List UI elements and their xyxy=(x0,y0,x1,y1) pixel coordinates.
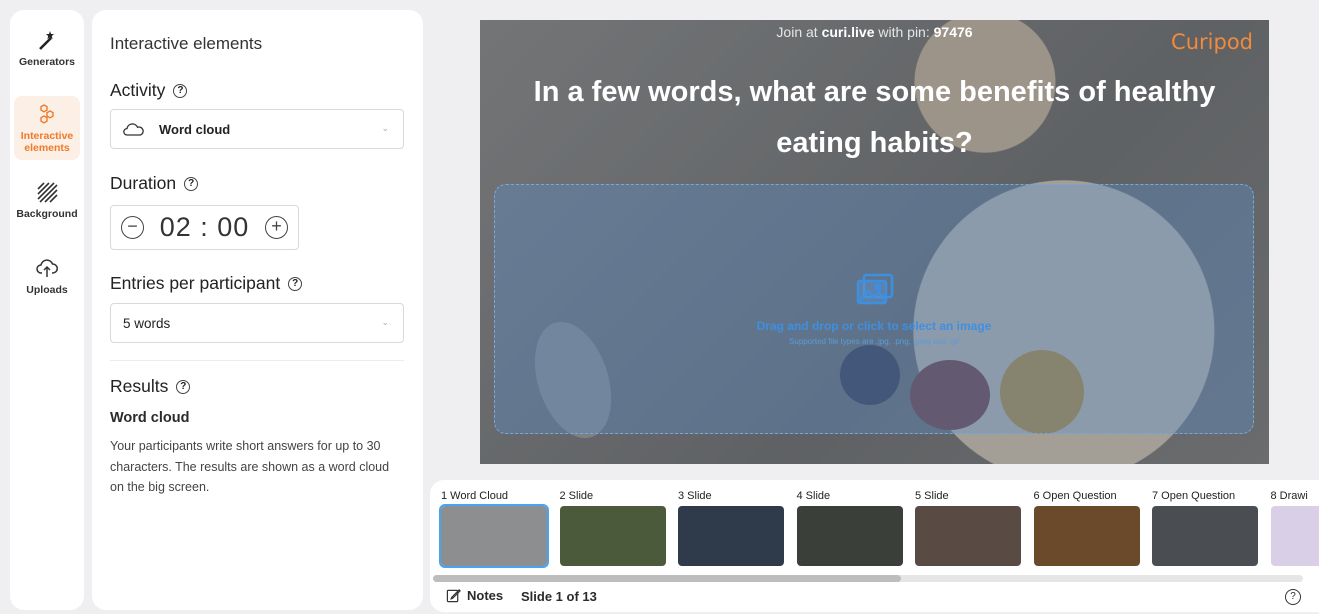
notes-label: Notes xyxy=(467,588,504,603)
hatch-pattern-icon xyxy=(37,182,58,203)
join-site: curi.live xyxy=(821,24,875,40)
chevron-down-icon: ⌄ xyxy=(381,123,389,133)
chevron-down-icon: ⌄ xyxy=(381,317,389,327)
slide-thumbnail[interactable]: 8 Drawi xyxy=(1270,490,1319,566)
duration-title-text: Duration xyxy=(110,173,177,193)
thumbnail-label: 6 Open Question xyxy=(1033,490,1117,502)
help-icon[interactable]: ? xyxy=(184,176,199,191)
thumbnail-label: 2 Slide xyxy=(559,490,594,502)
slide-thumbnail[interactable]: 2 Slide xyxy=(559,490,668,566)
activity-title-text: Activity xyxy=(110,80,166,100)
thumbnail-image xyxy=(915,506,1021,566)
results-description: Your participants write short answers fo… xyxy=(110,439,390,494)
results-subtitle: Word cloud xyxy=(110,410,190,426)
rail-item-uploads[interactable]: Uploads xyxy=(14,256,80,296)
entries-select[interactable]: 5 words ⌄ xyxy=(110,303,404,343)
join-pin: 97476 xyxy=(933,24,973,40)
slide-thumbnail[interactable]: 6 Open Question xyxy=(1033,490,1142,566)
slide-question[interactable]: In a few words, what are some benefits o… xyxy=(500,67,1249,169)
slide-thumbnail[interactable]: 1 Word Cloud xyxy=(439,490,549,568)
magic-wand-icon xyxy=(39,31,54,50)
thumbnail-label: 8 Drawi xyxy=(1270,490,1308,502)
slide-counter: Slide 1 of 13 xyxy=(521,589,597,604)
help-icon[interactable]: ? xyxy=(173,83,188,98)
duration-stepper: − 02 : 00 + xyxy=(110,205,299,250)
scrollbar-thumb[interactable] xyxy=(433,575,901,582)
rail-label: Interactive elements xyxy=(20,130,74,154)
results-title: Results ? xyxy=(110,376,191,397)
slide-thumbnail[interactable]: 5 Slide xyxy=(915,490,1023,566)
entries-value: 5 words xyxy=(123,315,171,331)
thumbnail-label: 1 Word Cloud xyxy=(441,490,509,502)
activity-select[interactable]: Word cloud ⌄ xyxy=(110,109,404,149)
activity-value: Word cloud xyxy=(159,121,231,137)
thumbnail-image xyxy=(1270,506,1319,566)
entries-title-text: Entries per participant xyxy=(110,273,281,293)
join-prefix: Join at xyxy=(776,24,822,40)
slide-thumbnail[interactable]: 4 Slide xyxy=(796,490,905,566)
tool-rail: Generators Interactive elements Backgrou… xyxy=(10,10,84,610)
edit-icon xyxy=(446,589,461,603)
cloud-upload-icon xyxy=(36,259,58,277)
thumbnail-image xyxy=(1033,506,1140,566)
entries-title: Entries per participant ? xyxy=(110,273,303,294)
divider xyxy=(110,360,404,361)
notes-button[interactable]: Notes xyxy=(446,588,503,603)
rail-item-interactive-elements[interactable]: Interactive elements xyxy=(14,96,80,160)
hexagons-icon xyxy=(40,104,54,124)
brand-logo: Curipod xyxy=(1171,30,1253,54)
plus-icon[interactable]: + xyxy=(264,216,288,239)
help-icon[interactable]: ? xyxy=(176,379,191,394)
thumbnail-image xyxy=(1152,506,1258,566)
thumbnail-label: 3 Slide xyxy=(678,490,712,502)
slide-strip: 1 Word Cloud 2 Slide 3 Slide 4 Slide 5 Slide… xyxy=(430,480,1319,612)
duration-value[interactable]: 02 : 00 xyxy=(160,212,250,243)
rail-item-background[interactable]: Background xyxy=(14,180,80,220)
image-dropzone[interactable]: Drag and drop or click to select an imag… xyxy=(494,184,1254,434)
slide-thumbnail[interactable]: 7 Open Question xyxy=(1152,490,1260,566)
thumbnail-image xyxy=(439,504,549,568)
join-banner: Join at curi.live with pin: 97476 xyxy=(480,24,1269,40)
horizontal-scrollbar[interactable] xyxy=(433,575,1303,582)
minus-icon[interactable]: − xyxy=(121,216,144,239)
rail-label: Uploads xyxy=(26,284,68,296)
thumbnail-image xyxy=(559,506,666,566)
thumbnail-label: 5 Slide xyxy=(915,490,949,502)
rail-label: Generators xyxy=(18,56,76,68)
thumbnail-image xyxy=(678,506,784,566)
slide-preview: Join at curi.live with pin: 97476 Curipo… xyxy=(480,20,1269,464)
cloud-icon xyxy=(123,123,144,136)
results-title-text: Results xyxy=(110,376,169,396)
dropzone-hint: Supported file types are .jpg, .png, .jp… xyxy=(789,337,959,346)
thumbnail-image xyxy=(796,506,903,566)
slide-thumbnail[interactable]: 3 Slide xyxy=(678,490,786,566)
join-mid: with pin: xyxy=(874,24,934,40)
duration-title: Duration ? xyxy=(110,173,199,194)
rail-label: Background xyxy=(16,208,78,220)
rail-item-generators[interactable]: Generators xyxy=(14,28,80,68)
help-icon[interactable]: ? xyxy=(1285,589,1301,605)
thumbnail-label: 4 Slide xyxy=(796,490,831,502)
image-icon xyxy=(856,273,894,305)
activity-title: Activity ? xyxy=(110,80,188,101)
panel-heading: Interactive elements xyxy=(110,34,263,53)
help-icon[interactable]: ? xyxy=(288,276,303,291)
dropzone-text: Drag and drop or click to select an imag… xyxy=(756,319,992,333)
thumbnail-label: 7 Open Question xyxy=(1152,490,1236,502)
settings-panel: Interactive elements Activity ? Word clo… xyxy=(92,10,423,610)
